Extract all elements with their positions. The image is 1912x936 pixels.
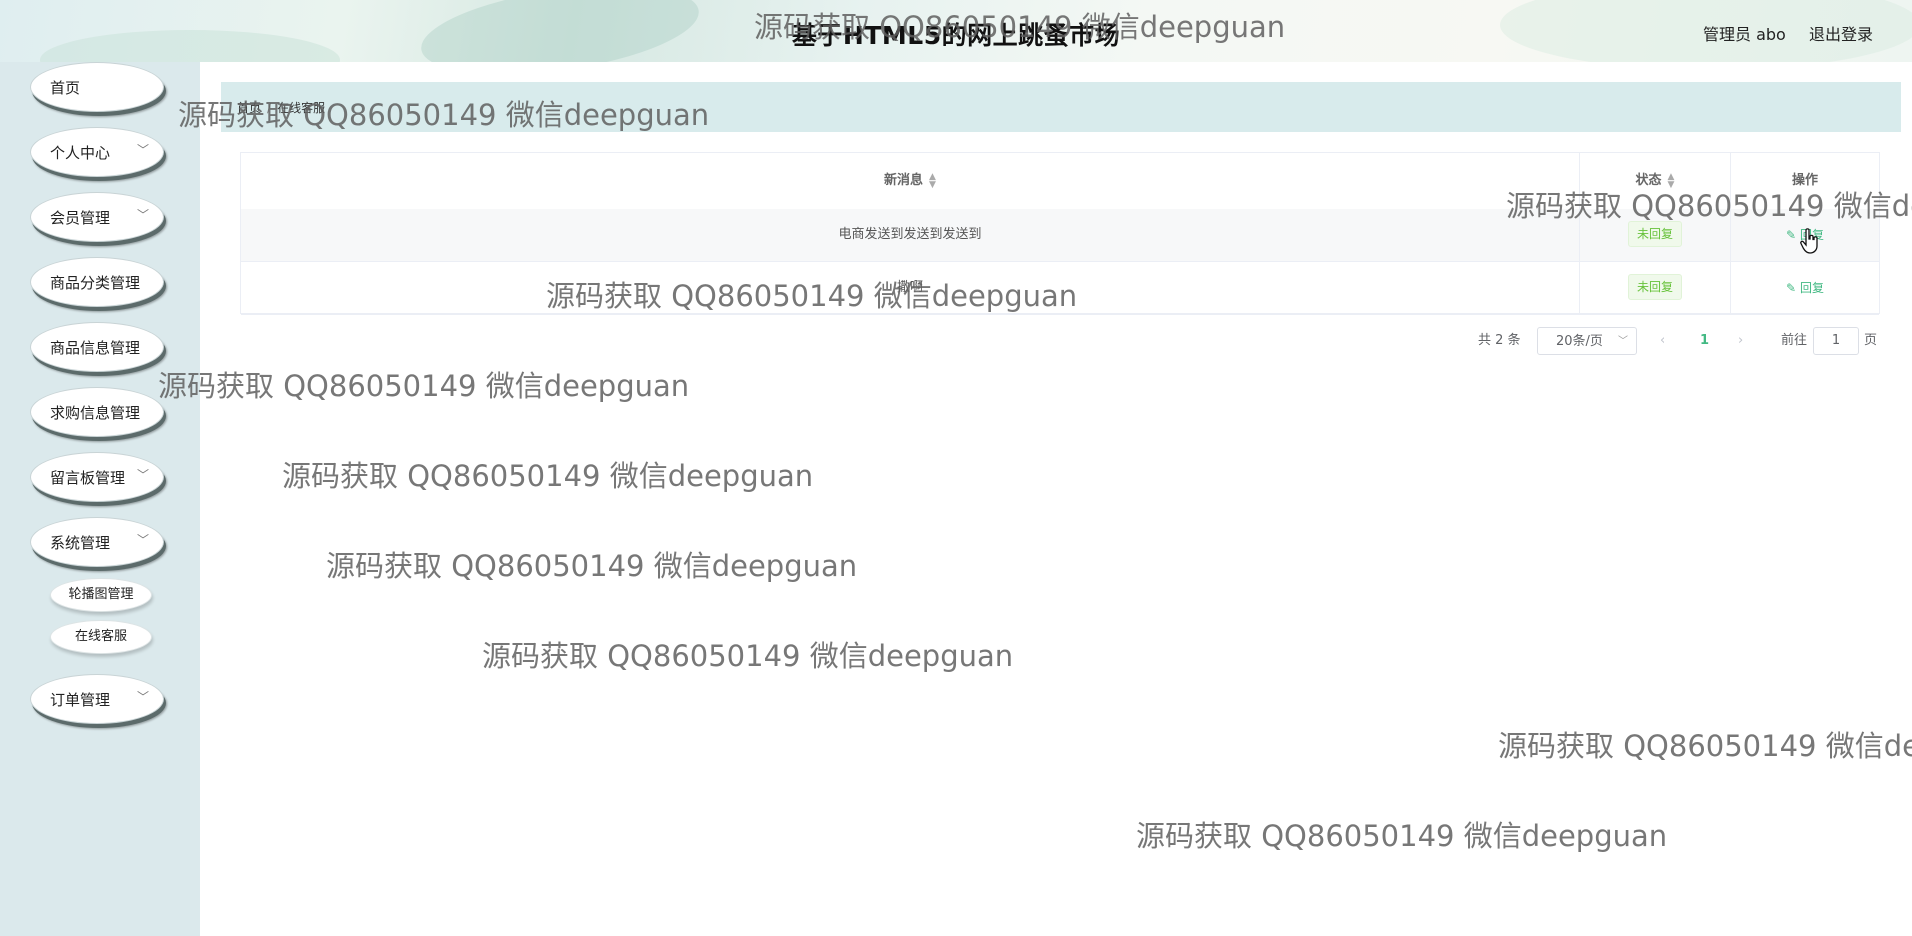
current-user-label: 管理员 abo (1703, 25, 1786, 44)
watermark-text: 源码获取 QQ86050149 微信deepguan (158, 369, 690, 403)
chevron-down-icon: ﹀ (136, 143, 149, 157)
watermark-text: 源码获取 QQ86050149 微信deepguan (1498, 729, 1912, 763)
sidebar-item-label: 商品信息管理 (50, 339, 141, 357)
top-header: 基于HTML5的网上跳蚤市场 管理员 abo 退出登录 (0, 0, 1912, 62)
sort-icon[interactable]: ▲ ▼ (1668, 172, 1675, 189)
sidebar-item-category-management[interactable]: 商品分类管理 (30, 257, 164, 307)
logout-link[interactable]: 退出登录 (1809, 21, 1873, 45)
sidebar-item-goods-management[interactable]: 商品信息管理 (30, 322, 164, 372)
chevron-down-icon: ﹀ (136, 690, 149, 704)
sidebar-item-label: 系统管理 (50, 534, 111, 552)
message-cell: 撒啊 (896, 280, 923, 295)
sidebar-item-label: 订单管理 (50, 691, 111, 709)
breadcrumb-home[interactable]: 首页 (237, 101, 261, 115)
column-divider (1730, 153, 1731, 313)
sidebar-item-label: 个人中心 (50, 144, 111, 162)
reply-button[interactable]: ✎回复 (1786, 281, 1824, 295)
page-size-value: 20条/页 (1556, 334, 1603, 349)
sidebar-item-label: 会员管理 (50, 209, 111, 227)
sidebar-subitem-online-service[interactable]: 在线客服 (50, 620, 152, 654)
watermark-text: 源码获取 QQ86050149 微信deepguan (282, 459, 814, 493)
edit-icon: ✎ (1785, 281, 1797, 295)
prev-page-button[interactable]: ‹ (1660, 327, 1665, 355)
column-divider (1579, 153, 1580, 313)
hand-cursor-icon (1800, 228, 1818, 254)
table-row: 撒啊 未回复 ✎ 回复 (241, 262, 1879, 315)
site-title: 基于HTML5的网上跳蚤市场 (791, 21, 1121, 50)
sidebar-item-label: 商品分类管理 (50, 274, 141, 292)
sidebar-item-personal-center[interactable]: 个人中心 ﹀ (30, 127, 164, 177)
chevron-down-icon: ﹀ (1618, 336, 1628, 347)
sidebar-item-purchase-request-management[interactable]: 求购信息管理 (30, 387, 164, 437)
action-cell: ✎回复 (1731, 262, 1879, 314)
messages-table: 新消息▲▼ 状态▲▼ 操作 电商发送到发送到发送到 未回复 ✎回复 撒啊 未回复… (240, 152, 1880, 315)
status-badge: 未回复 (1627, 221, 1682, 247)
chevron-down-icon: ﹀ (136, 208, 149, 222)
sidebar-item-system-management[interactable]: 系统管理 ﹀ (30, 517, 164, 567)
sidebar-item-message-board[interactable]: 留言板管理 ﹀ (30, 452, 164, 502)
breadcrumb-bar: 首页 / 在线客服 (221, 82, 1901, 132)
sidebar: 首页 个人中心 ﹀ 会员管理 ﹀ 商品分类管理 商品信息管理 求购信息管理 留言… (0, 62, 200, 936)
page-size-select[interactable]: 20条/页 ﹀ (1537, 327, 1637, 355)
sidebar-item-home[interactable]: 首页 (30, 62, 164, 112)
table-row: 电商发送到发送到发送到 未回复 ✎回复 (241, 209, 1879, 262)
status-cell: 未回复 (1580, 262, 1730, 314)
message-cell: 电商发送到发送到发送到 (838, 227, 982, 242)
watermark-text: 源码获取 QQ86050149 微信deepguan (326, 549, 858, 583)
pagination-total: 共 2 条 (1478, 333, 1521, 348)
table-header: 新消息 ▲ ▼ 状态 ▲ ▼ 操作 (241, 153, 1879, 210)
next-page-button[interactable]: › (1738, 327, 1743, 355)
sidebar-subitem-carousel[interactable]: 轮播图管理 (50, 578, 152, 612)
breadcrumb-current: 在线客服 (277, 101, 326, 115)
goto-page-input[interactable] (1813, 327, 1859, 355)
breadcrumb-separator: / (267, 101, 272, 115)
sidebar-item-label: 求购信息管理 (50, 404, 141, 422)
sidebar-item-label: 首页 (50, 79, 81, 97)
goto-label: 前往 (1781, 333, 1808, 348)
watermark-text: 源码获取 QQ86050149 微信deepguan (482, 639, 1014, 673)
column-header-message[interactable]: 新消息 ▲ ▼ (241, 153, 1579, 209)
status-cell: 未回复 (1580, 209, 1730, 261)
column-header-action: 操作 (1791, 173, 1818, 188)
sidebar-item-order-management[interactable]: 订单管理 ﹀ (30, 674, 164, 724)
page-number-1[interactable]: 1 (1700, 327, 1709, 355)
breadcrumb: 首页 / 在线客服 (237, 99, 325, 116)
sidebar-item-member-management[interactable]: 会员管理 ﹀ (30, 192, 164, 242)
chevron-down-icon: ﹀ (136, 533, 149, 547)
edit-icon: ✎ (1785, 228, 1797, 242)
sidebar-item-label: 留言板管理 (50, 469, 126, 487)
watermark-text: 源码获取 QQ86050149 微信deepguan (1136, 819, 1668, 853)
chevron-down-icon: ﹀ (136, 468, 149, 482)
column-header-status[interactable]: 状态 ▲ ▼ (1580, 153, 1730, 209)
goto-unit: 页 (1864, 333, 1878, 348)
sort-icon[interactable]: ▲ ▼ (929, 172, 936, 189)
status-badge: 未回复 (1627, 274, 1682, 300)
